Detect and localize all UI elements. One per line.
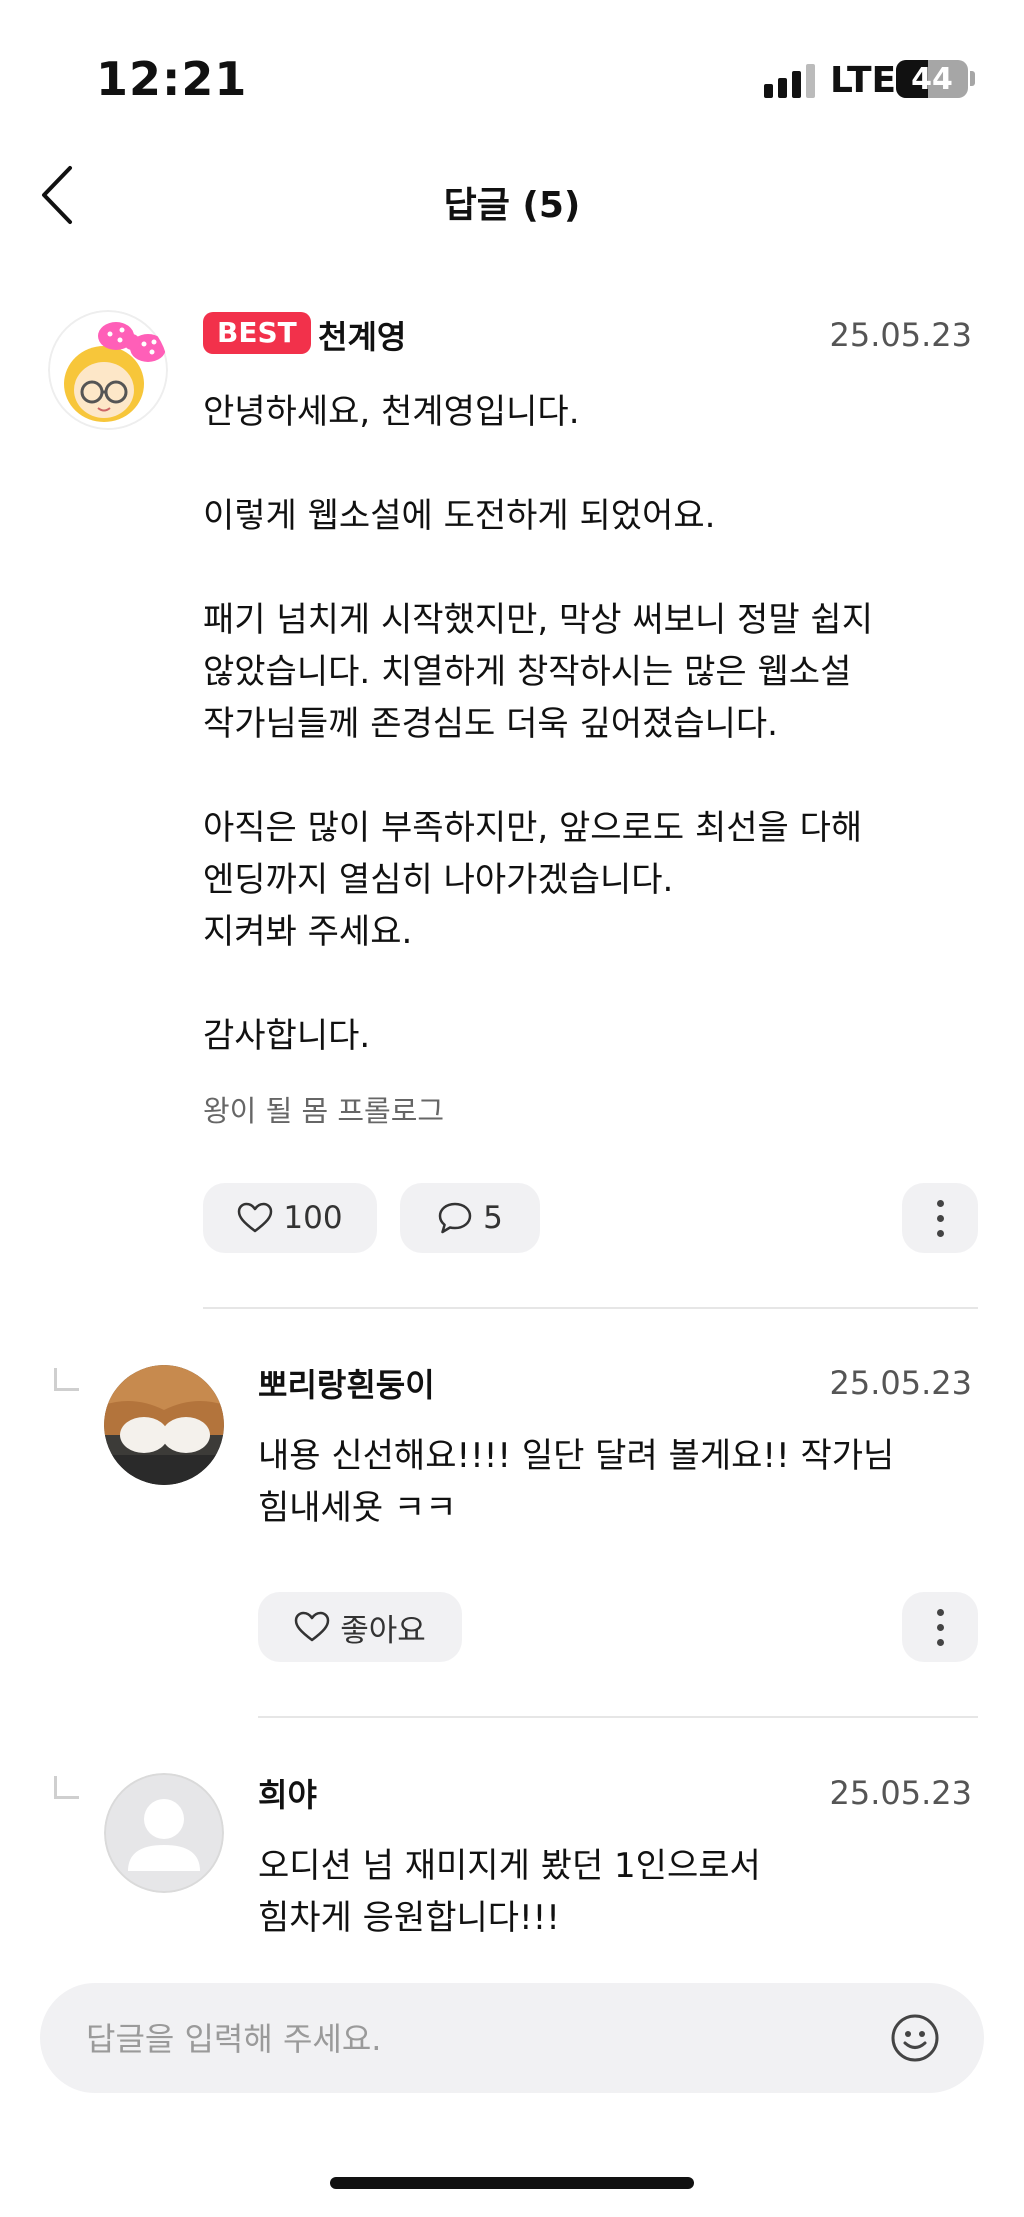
like-count: 100 [283, 1200, 343, 1236]
cartoon-avatar-icon [48, 310, 168, 430]
reply-body: 오디션 넘 재미지게 봤던 1인으로서 힘차게 응원합니다!!! [258, 1846, 761, 1938]
divider [258, 1716, 978, 1718]
emoji-button[interactable] [890, 2013, 940, 2063]
avatar[interactable] [48, 310, 168, 430]
comment-source[interactable]: 왕이 될 몸 프롤로그 [203, 1088, 444, 1130]
speech-bubble-icon [438, 1202, 472, 1234]
cat-paws-avatar-icon [104, 1365, 224, 1485]
battery-icon: 44 [896, 60, 968, 98]
reply-date: 25.05.23 [829, 1774, 973, 1812]
home-indicator [330, 2177, 694, 2189]
divider [203, 1307, 978, 1309]
more-options-button[interactable] [902, 1592, 978, 1662]
reply-date: 25.05.23 [829, 1364, 973, 1402]
battery-cap [970, 71, 975, 86]
network-label: LTE [830, 60, 897, 101]
signal-icon [764, 62, 815, 98]
more-vertical-icon [936, 1199, 944, 1237]
avatar[interactable] [104, 1773, 224, 1893]
reply-indicator-icon [54, 1776, 79, 1799]
reply-count-button[interactable]: 5 [400, 1183, 540, 1253]
like-label: 좋아요 [340, 1612, 426, 1649]
reply-input-bar [40, 1983, 984, 2095]
smiley-icon [891, 2014, 939, 2062]
reply-author[interactable]: 희야 [258, 1770, 317, 1816]
heart-icon [238, 1202, 273, 1233]
comment-author[interactable]: 천계영 [318, 312, 406, 358]
battery-level: 44 [911, 62, 953, 97]
reply-author[interactable]: 뽀리랑흰둥이 [258, 1360, 435, 1406]
default-user-icon [104, 1773, 224, 1893]
reply-indicator-icon [54, 1368, 79, 1391]
heart-icon [294, 1611, 330, 1642]
more-options-button[interactable] [902, 1183, 978, 1253]
reply-body: 내용 신선해요!!!! 일단 달려 볼게요!! 작가님 힘내세욧 ㅋㅋ [258, 1436, 895, 1528]
status-time: 12:21 [96, 52, 248, 106]
best-badge: BEST [203, 312, 311, 354]
page-title: 답글 (5) [443, 185, 581, 226]
reply-count: 5 [483, 1200, 503, 1236]
like-button[interactable]: 100 [203, 1183, 377, 1253]
more-vertical-icon [936, 1608, 944, 1646]
comment-body: 안녕하세요, 천계영입니다. 이렇게 웹소설에 도전하게 되었어요. 패기 넘치… [203, 392, 873, 1056]
avatar[interactable] [104, 1365, 224, 1485]
reply-input[interactable] [84, 1983, 868, 2095]
like-button[interactable]: 좋아요 [258, 1592, 462, 1662]
comment-date: 25.05.23 [829, 316, 973, 354]
